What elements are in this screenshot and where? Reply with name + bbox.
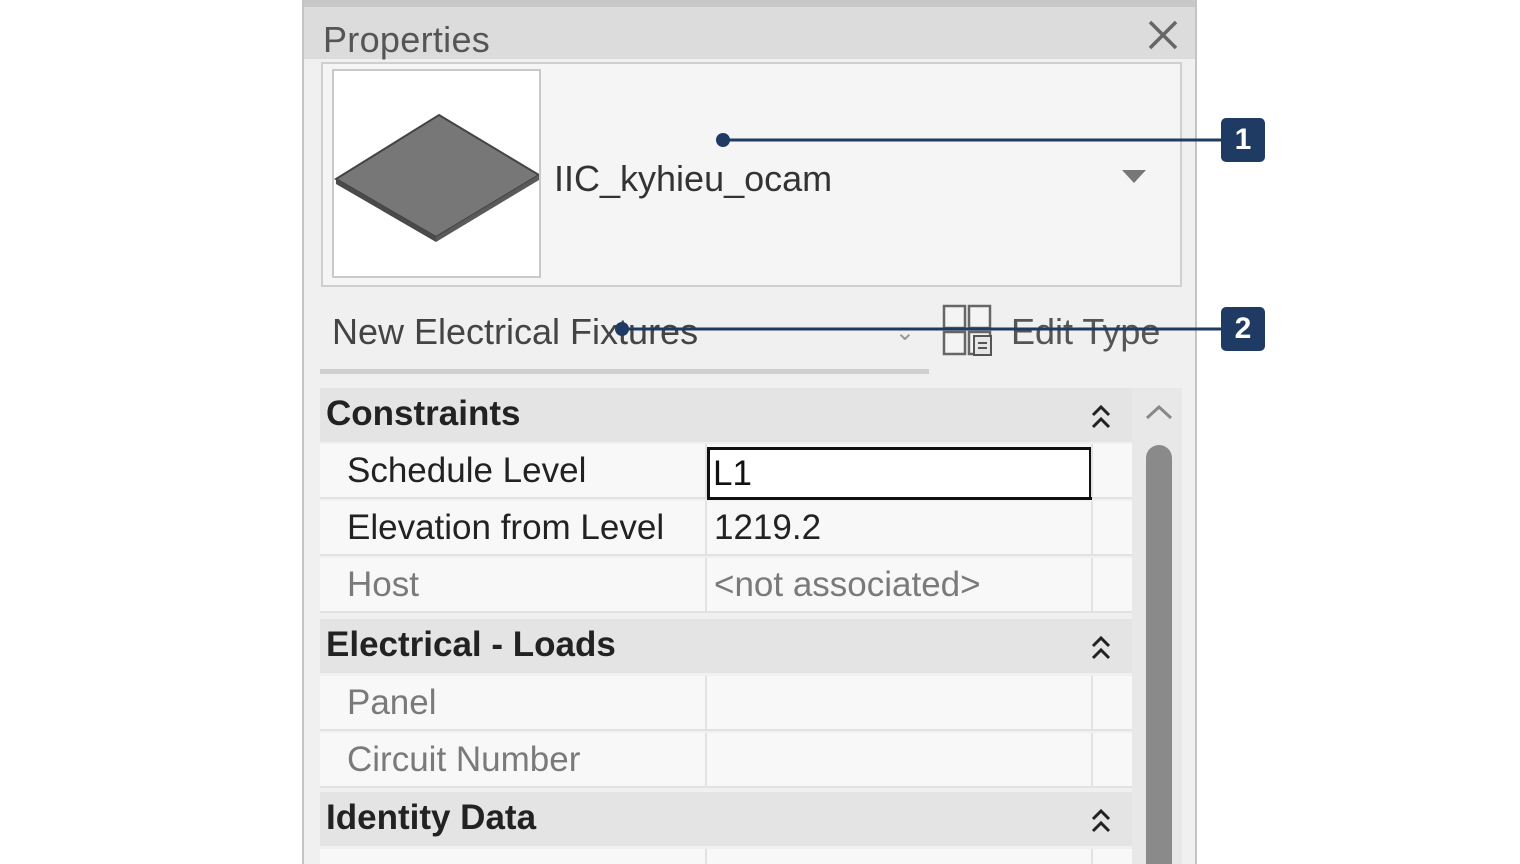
callout-badge-1: 1 [1221, 118, 1265, 162]
callout-badge-2: 2 [1221, 307, 1265, 351]
callout-leader-lines [615, 133, 1222, 336]
